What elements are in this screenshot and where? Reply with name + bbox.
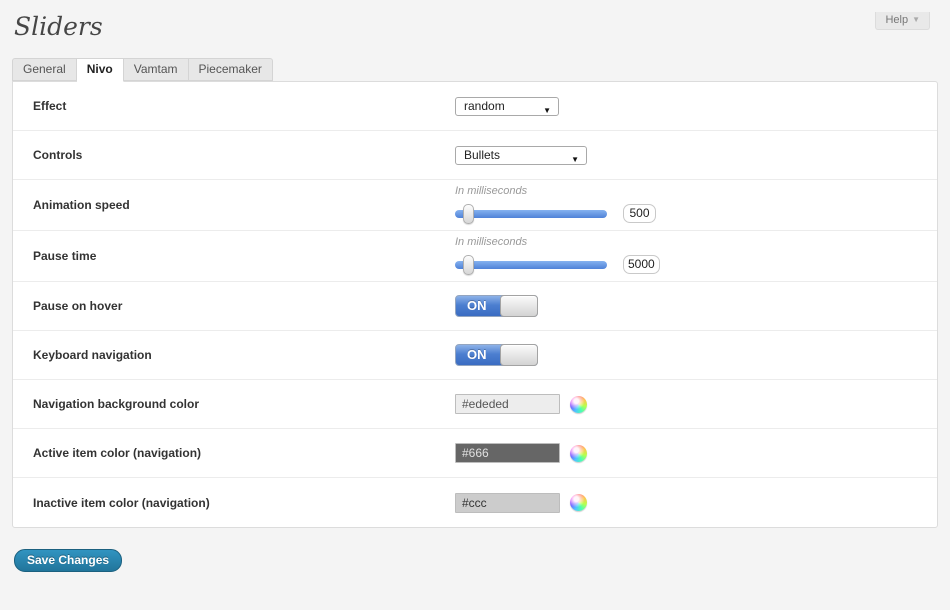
row-inactive-item-color: Inactive item color (navigation) <box>13 478 937 527</box>
pause-on-hover-toggle[interactable]: ON <box>455 295 538 317</box>
tab-bar: General Nivo Vamtam Piecemaker <box>12 58 273 81</box>
effect-select[interactable]: random ▼ <box>455 97 559 116</box>
help-button[interactable]: Help ▼ <box>875 12 930 30</box>
animation-speed-label: Animation speed <box>13 198 455 212</box>
toggle-on-label: ON <box>467 298 487 313</box>
select-arrow-icon: ▼ <box>543 102 551 119</box>
settings-panel: Effect random ▼ Controls Bullets ▼ Anima… <box>12 81 938 528</box>
inactive-item-color-input[interactable] <box>455 493 560 513</box>
keyboard-navigation-label: Keyboard navigation <box>13 348 455 362</box>
pause-time-label: Pause time <box>13 249 455 263</box>
pause-time-value: 5000 <box>623 255 660 274</box>
slider-handle[interactable] <box>463 204 474 224</box>
row-animation-speed: Animation speed In milliseconds 500 <box>13 180 937 231</box>
help-label: Help <box>885 14 908 26</box>
pause-on-hover-label: Pause on hover <box>13 299 455 313</box>
color-wheel-icon[interactable] <box>570 445 587 462</box>
save-changes-button[interactable]: Save Changes <box>14 549 122 572</box>
controls-select[interactable]: Bullets ▼ <box>455 146 587 165</box>
nav-background-color-label: Navigation background color <box>13 397 455 411</box>
pause-time-hint: In milliseconds <box>455 236 660 248</box>
controls-label: Controls <box>13 148 455 162</box>
effect-label: Effect <box>13 99 455 113</box>
toggle-knob[interactable] <box>500 344 538 366</box>
nav-background-color-input[interactable] <box>455 394 560 414</box>
row-pause-time: Pause time In milliseconds 5000 <box>13 231 937 282</box>
animation-speed-slider[interactable] <box>455 210 607 218</box>
color-wheel-icon[interactable] <box>570 396 587 413</box>
row-controls: Controls Bullets ▼ <box>13 131 937 180</box>
active-item-color-label: Active item color (navigation) <box>13 446 455 460</box>
pause-time-slider[interactable] <box>455 261 607 269</box>
tab-nivo[interactable]: Nivo <box>77 58 124 82</box>
animation-speed-value: 500 <box>623 204 656 223</box>
inactive-item-color-label: Inactive item color (navigation) <box>13 496 455 510</box>
row-active-item-color: Active item color (navigation) <box>13 429 937 478</box>
color-wheel-icon[interactable] <box>570 494 587 511</box>
row-nav-background-color: Navigation background color <box>13 380 937 429</box>
tab-vamtam[interactable]: Vamtam <box>124 58 189 81</box>
toggle-on-label: ON <box>467 347 487 362</box>
effect-select-value: random <box>464 98 505 115</box>
controls-select-value: Bullets <box>464 147 500 164</box>
tab-piecemaker[interactable]: Piecemaker <box>189 58 273 81</box>
tab-general[interactable]: General <box>12 58 77 81</box>
active-item-color-input[interactable] <box>455 443 560 463</box>
chevron-down-icon: ▼ <box>912 15 920 24</box>
keyboard-navigation-toggle[interactable]: ON <box>455 344 538 366</box>
animation-speed-hint: In milliseconds <box>455 185 656 197</box>
row-pause-on-hover: Pause on hover ON <box>13 282 937 331</box>
slider-handle[interactable] <box>463 255 474 275</box>
select-arrow-icon: ▼ <box>571 151 579 168</box>
row-effect: Effect random ▼ <box>13 82 937 131</box>
toggle-knob[interactable] <box>500 295 538 317</box>
page-title: Sliders <box>14 12 950 41</box>
row-keyboard-navigation: Keyboard navigation ON <box>13 331 937 380</box>
